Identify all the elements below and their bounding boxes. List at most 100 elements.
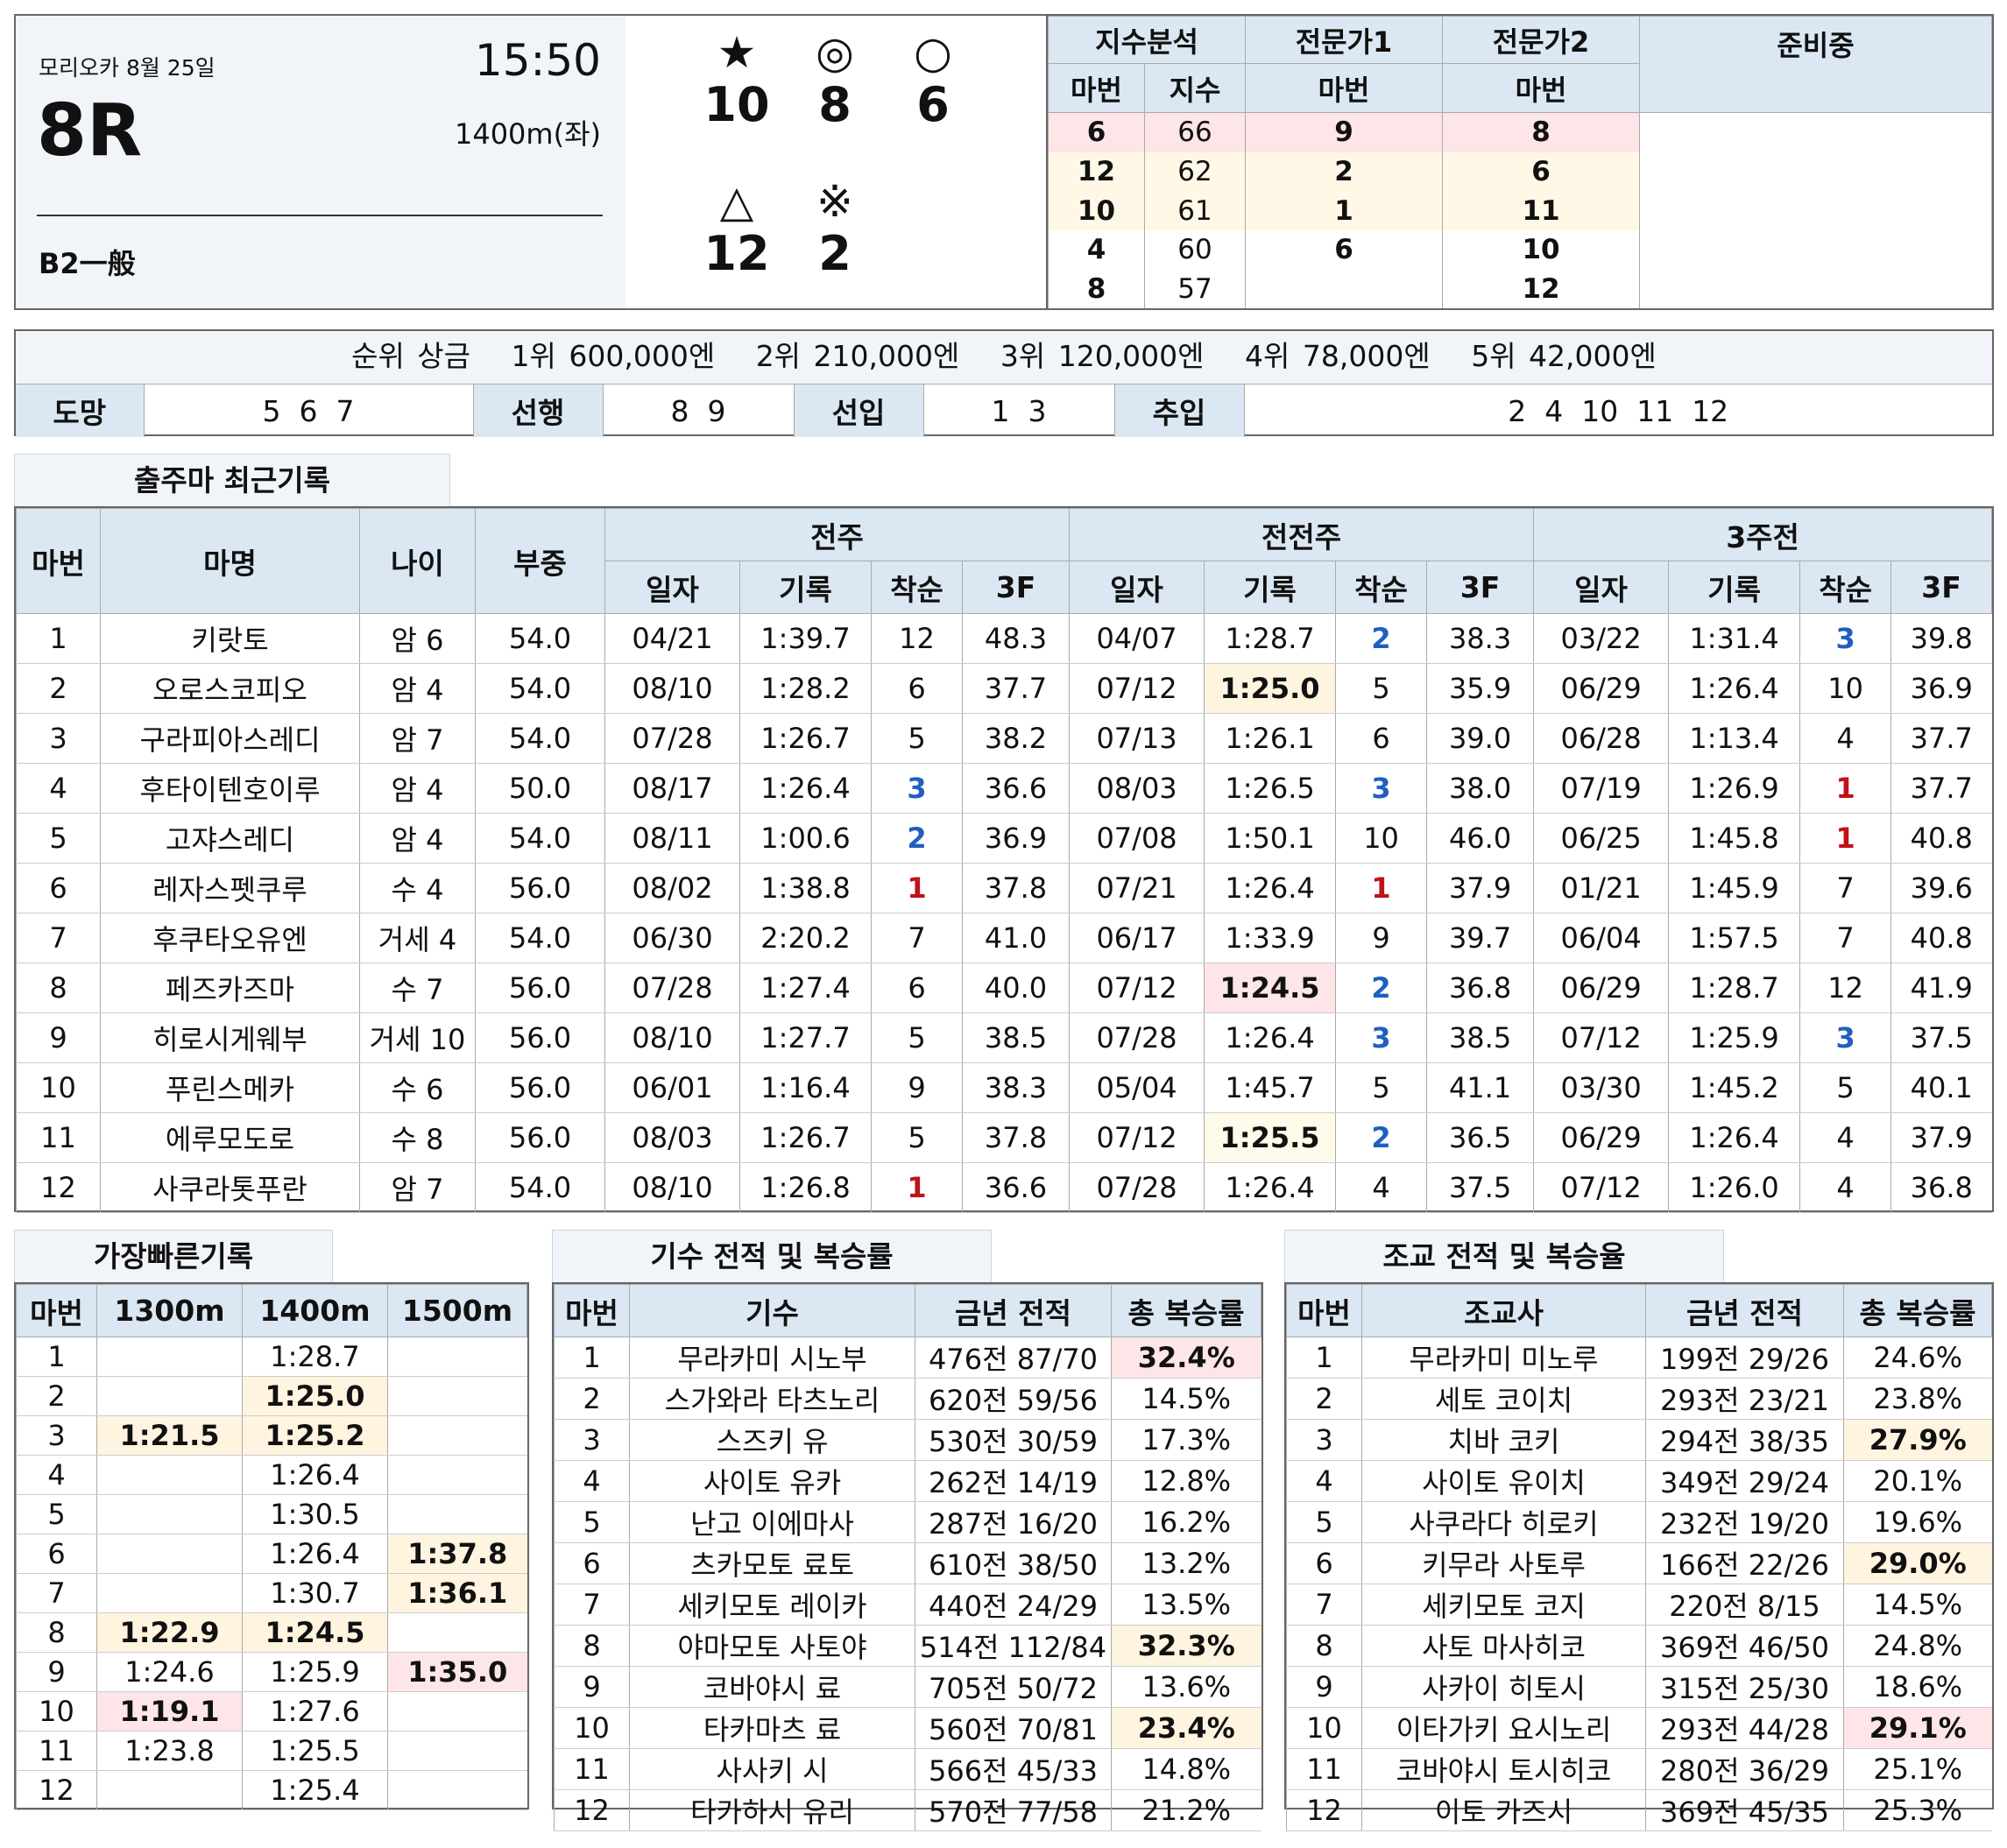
jockey-rate: 16.2% — [1111, 1501, 1261, 1543]
race-3f: 37.5 — [1426, 1162, 1534, 1213]
index-horse: 10 — [1048, 191, 1145, 230]
race-distance: 1400m(좌) — [454, 117, 601, 151]
table-row: 12 1:25.4 — [16, 1770, 527, 1810]
mark-circle-number: 6 — [916, 77, 950, 132]
race-finish: 10 — [1799, 663, 1891, 714]
race-date: 07/12 — [1533, 1012, 1669, 1063]
horse-name: 에루모도로 — [100, 1112, 360, 1163]
trainer-rate: 27.9% — [1843, 1419, 1992, 1461]
table-row: 9 히로시게웨부 거세 10 56.0 08/10 1:27.7 5 38.5 07/28 1:2… — [16, 1012, 1992, 1063]
race-time: 1:26.4 — [1204, 863, 1336, 913]
horse-name: 고쟈스레디 — [100, 813, 360, 864]
race-date: 06/30 — [604, 913, 740, 963]
prize-item: 4위 78,000엔 — [1245, 339, 1431, 373]
table-row: 11 사사키 시 566전 45/33 14.8% — [554, 1748, 1261, 1790]
race-time: 1:31.4 — [1668, 613, 1800, 664]
time-1300 — [96, 1455, 243, 1495]
race-3f: 39.7 — [1426, 913, 1534, 963]
horse-num: 12 — [16, 1162, 101, 1213]
race-time: 1:28.2 — [739, 663, 872, 714]
fast-col-1500: 1500m — [387, 1284, 527, 1337]
index-value: 62 — [1143, 152, 1247, 192]
table-row: 9 코바야시 료 705전 50/72 13.6% — [554, 1666, 1261, 1708]
table-row: 4 사이토 유카 262전 14/19 12.8% — [554, 1460, 1261, 1502]
race-time: 1:38.8 — [739, 863, 872, 913]
col-date: 일자 — [604, 561, 740, 614]
header-divider — [37, 215, 603, 216]
race-3f: 37.5 — [1890, 1012, 1992, 1063]
race-finish: 1 — [1335, 863, 1427, 913]
time-1300: 1:23.8 — [96, 1731, 243, 1771]
race-date: 06/25 — [1533, 813, 1669, 864]
race-finish: 3 — [1335, 763, 1427, 814]
col-date: 일자 — [1069, 561, 1205, 614]
race-time: 1:25.0 — [1204, 663, 1336, 714]
race-3f: 41.0 — [961, 913, 1070, 963]
horse-age: 암 6 — [359, 613, 476, 664]
index-horse: 8 — [1048, 269, 1145, 308]
horse-num: 5 — [554, 1501, 630, 1543]
horse-weight: 56.0 — [475, 1012, 605, 1063]
table-row: 8 야마모토 사토야 514전 112/84 32.3% — [554, 1625, 1261, 1667]
race-3f: 36.6 — [961, 763, 1070, 814]
race-time: 1:26.4 — [1668, 1112, 1800, 1163]
race-time: 1:24.5 — [1204, 963, 1336, 1013]
race-3f: 41.1 — [1426, 1062, 1534, 1113]
col-3f: 3F — [1426, 561, 1535, 614]
race-date: 08/10 — [604, 1012, 740, 1063]
race-time: 1:45.7 — [1204, 1062, 1336, 1113]
race-finish: 2 — [1335, 1112, 1427, 1163]
horse-num: 12 — [16, 1770, 97, 1810]
jockey-rate: 13.6% — [1111, 1666, 1261, 1708]
race-3f: 36.8 — [1426, 963, 1534, 1013]
horse-num: 11 — [16, 1112, 101, 1163]
race-time: 1:13.4 — [1668, 713, 1800, 764]
race-finish: 9 — [871, 1062, 963, 1113]
time-1300 — [96, 1770, 243, 1810]
jockey-name: 야마모토 사토야 — [629, 1625, 915, 1667]
time-1500: 1:35.0 — [387, 1652, 527, 1692]
race-3f: 37.7 — [961, 663, 1070, 714]
prediction-marks: ★ 10 ◎ 8 ○ 6 △ 12 ※ 2 — [625, 14, 1048, 310]
trainer-rate: 24.8% — [1843, 1625, 1992, 1667]
race-date: 06/01 — [604, 1062, 740, 1113]
race-time: 1:57.5 — [1668, 913, 1800, 963]
table-row: 1 1:28.7 — [16, 1337, 527, 1377]
horse-num: 3 — [1286, 1419, 1362, 1461]
trainer-record: 369전 46/50 — [1645, 1625, 1844, 1667]
table-row: 4 후타이텐호이루 암 4 50.0 08/17 1:26.4 3 36.6 08/03 1:26… — [16, 763, 1992, 814]
race-time: 15:50 — [474, 35, 601, 86]
race-3f: 39.0 — [1426, 713, 1534, 764]
jockey-record: 530전 30/59 — [915, 1419, 1112, 1461]
jockey-col-record: 금년 전적 — [915, 1284, 1112, 1337]
col-group-last: 전주 — [604, 508, 1071, 561]
star-mark-icon: ★ — [717, 27, 757, 78]
mark-reference-number: 2 — [818, 226, 852, 281]
race-time: 1:26.7 — [739, 713, 872, 764]
table-row: 3 1:21.5 1:25.2 — [16, 1415, 527, 1456]
mark-double-circle: ◎ 8 — [787, 28, 883, 133]
race-time: 1:26.4 — [739, 763, 872, 814]
horse-num: 6 — [1286, 1542, 1362, 1584]
time-1400: 1:28.7 — [242, 1337, 388, 1377]
horse-num: 4 — [16, 1455, 97, 1495]
expert2-pick: 10 — [1442, 229, 1641, 270]
race-date: 06/28 — [1533, 713, 1669, 764]
race-date: 06/04 — [1533, 913, 1669, 963]
trainer-rate: 20.1% — [1843, 1460, 1992, 1502]
time-1300: 1:21.5 — [96, 1415, 243, 1456]
horse-num: 10 — [554, 1707, 630, 1749]
table-row: 12 이토 카즈시 369전 45/35 25.3% — [1286, 1789, 1992, 1831]
race-3f: 36.5 — [1426, 1112, 1534, 1163]
expert2-pick: 6 — [1442, 152, 1641, 192]
horse-weight: 56.0 — [475, 863, 605, 913]
race-date: 08/02 — [604, 863, 740, 913]
trainer-record: 293전 23/21 — [1645, 1378, 1844, 1420]
expert1-pick: 6 — [1245, 229, 1444, 270]
horse-num: 3 — [554, 1419, 630, 1461]
race-location-date: 모리오카 8월 25일 — [39, 55, 216, 81]
horse-name: 푸린스메카 — [100, 1062, 360, 1113]
trainer-record: 315전 25/30 — [1645, 1666, 1844, 1708]
table-row: 6 츠카모토 료토 610전 38/50 13.2% — [554, 1542, 1261, 1584]
time-1500 — [387, 1337, 527, 1377]
